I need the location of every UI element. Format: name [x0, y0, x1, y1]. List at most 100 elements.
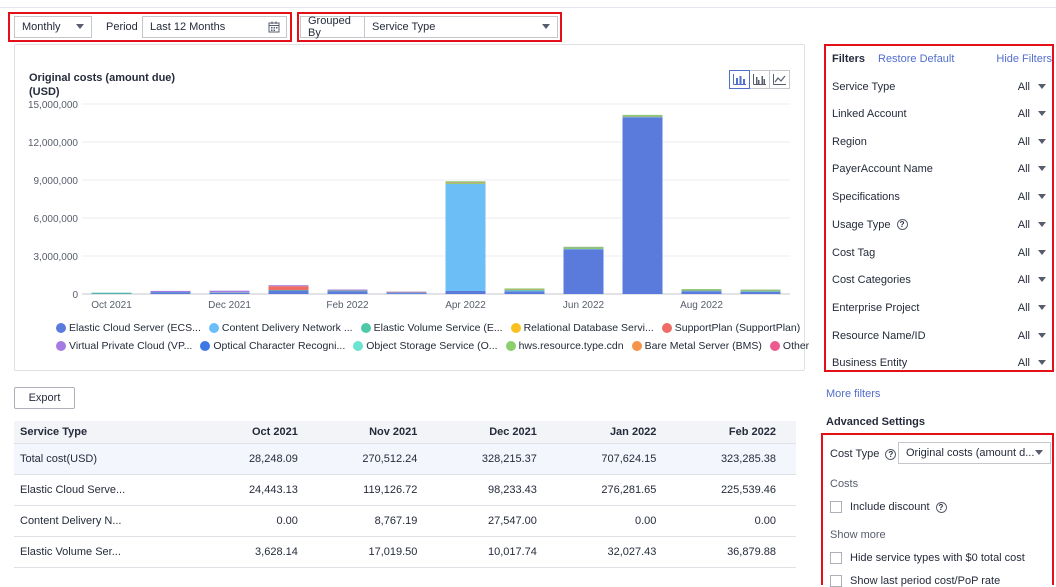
filter-region[interactable]: Region All — [832, 128, 1046, 155]
column-header[interactable]: Nov 2021 — [317, 421, 438, 444]
table-cell: Elastic Volume Ser... — [14, 536, 208, 568]
legend-dot-icon — [661, 323, 672, 333]
bar-segment — [622, 117, 663, 294]
legend-item[interactable]: Virtual Private Cloud (VP... — [56, 340, 192, 352]
bar-segment — [268, 285, 309, 287]
legend-dot-icon — [510, 323, 521, 333]
legend-item[interactable]: Relational Database Servi... — [510, 322, 654, 334]
chart-legend-row-1: Elastic Cloud Server (ECS... Content Deli… — [56, 322, 800, 334]
show-last-period-label: Show last period cost/PoP rate — [850, 575, 1001, 587]
show-last-period-checkbox[interactable] — [830, 575, 842, 587]
table-cell: 3,628.14 — [207, 536, 318, 568]
legend-item[interactable]: SupportPlan (SupportPlan) — [661, 322, 800, 334]
table-cell: Total cost(USD) — [14, 443, 208, 475]
filter-value: All — [1017, 273, 1030, 286]
more-filters-link[interactable]: More filters — [826, 388, 880, 400]
stacked-bar-chart-icon[interactable] — [729, 70, 750, 89]
hide-filters-link[interactable]: Hide Filters — [996, 53, 1052, 65]
help-icon[interactable]: ? — [896, 219, 908, 230]
column-header[interactable]: Oct 2021 — [207, 421, 318, 444]
filter-value: All — [1017, 356, 1030, 369]
filter-label: Cost Tag — [832, 246, 876, 259]
table-cell: 270,512.24 — [317, 443, 438, 475]
hide-zero-option[interactable]: Hide service types with $0 total cost — [830, 552, 1025, 564]
table-row[interactable]: Elastic Volume Ser... 3,628.14 17,019.50… — [14, 536, 796, 568]
bar-segment — [622, 114, 663, 116]
filter-cost-tag[interactable]: Cost Tag All — [832, 239, 1046, 266]
column-header[interactable]: Service Type — [14, 421, 208, 444]
bar-segment — [445, 290, 486, 294]
table-cell: 36,879.88 — [676, 536, 796, 568]
table-cell: 17,019.50 — [317, 536, 438, 568]
filter-service-type[interactable]: Service Type All — [832, 73, 1046, 100]
legend-dot-icon — [631, 341, 642, 351]
legend-dot-icon — [56, 341, 66, 351]
column-header[interactable]: Jan 2022 — [556, 421, 677, 444]
table-cell: Content Delivery N... — [14, 505, 208, 537]
table-row[interactable]: Content Delivery N... 0.00 8,767.19 27,5… — [14, 505, 796, 537]
filter-payer-account-name[interactable]: PayerAccount Name All — [832, 155, 1046, 182]
legend-dot-icon — [56, 323, 66, 333]
filter-usage-type[interactable]: Usage Type? All — [832, 211, 1046, 238]
show-last-period-option[interactable]: Show last period cost/PoP rate — [830, 575, 1000, 587]
table-cell: 10,017.74 — [437, 536, 557, 568]
cost-type-select[interactable]: Original costs (amount d... — [898, 442, 1051, 464]
filter-value: All — [1017, 162, 1030, 175]
filter-label: Specifications — [832, 190, 900, 203]
filter-enterprise-project[interactable]: Enterprise Project All — [832, 294, 1046, 321]
y-tick-label: 3,000,000 — [34, 252, 79, 263]
legend-item[interactable]: Content Delivery Network ... — [208, 322, 353, 334]
legend-item[interactable]: hws.resource.type.cdn — [505, 340, 624, 352]
x-tick-label: Aug 2022 — [680, 300, 723, 311]
filter-value: All — [1017, 329, 1030, 342]
bar-segment — [268, 286, 309, 290]
column-header[interactable]: Dec 2021 — [437, 421, 557, 444]
legend-item[interactable]: Elastic Volume Service (E... — [360, 322, 503, 334]
bar-segment — [563, 249, 604, 294]
legend-dot-icon — [505, 341, 516, 351]
legend-label: Bare Metal Server (BMS) — [644, 340, 762, 352]
filter-value: All — [1017, 246, 1030, 259]
table-row-total[interactable]: Total cost(USD) 28,248.09 270,512.24 328… — [14, 443, 796, 475]
filter-label: Service Type — [832, 80, 896, 93]
legend-dot-icon — [208, 323, 219, 333]
y-tick-label: 0 — [72, 290, 78, 301]
filter-value: All — [1017, 218, 1030, 231]
filter-value: All — [1017, 135, 1030, 148]
legend-item[interactable]: Other — [769, 340, 809, 352]
legend-item[interactable]: Elastic Cloud Server (ECS... — [56, 322, 201, 334]
filter-linked-account[interactable]: Linked Account All — [832, 100, 1046, 127]
help-icon[interactable]: ? — [935, 501, 947, 513]
filter-resource-name-id[interactable]: Resource Name/ID All — [832, 322, 1046, 349]
bar-segment — [740, 291, 781, 294]
filter-business-entity[interactable]: Business Entity All — [832, 349, 1046, 376]
legend-item[interactable]: Bare Metal Server (BMS) — [631, 340, 762, 352]
table-cell: 707,624.15 — [556, 443, 677, 475]
help-icon[interactable]: ? — [885, 448, 897, 460]
filter-cost-categories[interactable]: Cost Categories All — [832, 266, 1046, 293]
x-tick-label: Jun 2022 — [563, 300, 605, 311]
export-button[interactable]: Export — [14, 387, 75, 409]
restore-default-link[interactable]: Restore Default — [878, 53, 954, 65]
include-discount-checkbox[interactable] — [830, 501, 842, 513]
include-discount-option[interactable]: Include discount ? — [830, 501, 947, 513]
chevron-down-icon — [1038, 139, 1046, 144]
filter-label: Resource Name/ID — [832, 329, 926, 342]
filter-label: Enterprise Project — [832, 301, 920, 314]
hide-zero-label: Hide service types with $0 total cost — [850, 552, 1025, 564]
hide-zero-checkbox[interactable] — [830, 552, 842, 564]
legend-label: Optical Character Recogni... — [213, 340, 346, 352]
bar-segment — [91, 292, 132, 294]
bar-segment — [150, 292, 191, 294]
column-header[interactable]: Feb 2022 — [676, 421, 796, 444]
cost-type-label-text: Cost Type — [830, 448, 880, 460]
legend-item[interactable]: Optical Character Recogni... — [200, 340, 345, 352]
bar-segment — [327, 291, 368, 294]
table-row[interactable]: Elastic Cloud Serve... 24,443.13 119,126… — [14, 474, 796, 506]
filters-title: Filters — [832, 53, 866, 65]
filters-panel: Filters Restore Default Hide Filters Ser… — [826, 46, 1054, 371]
bar-segment — [209, 292, 250, 294]
table-header-row: Service Type Oct 2021 Nov 2021 Dec 2021 … — [14, 421, 796, 444]
legend-item[interactable]: Object Storage Service (O... — [353, 340, 498, 352]
filter-specifications[interactable]: Specifications All — [832, 183, 1046, 210]
